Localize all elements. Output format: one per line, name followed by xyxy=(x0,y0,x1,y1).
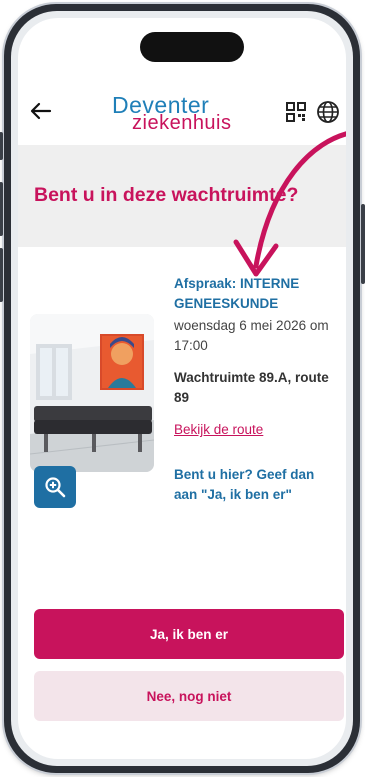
arrow-left-icon xyxy=(30,102,52,120)
mute-switch xyxy=(0,132,3,160)
qr-code-button[interactable] xyxy=(286,102,306,122)
appointment-label: Afspraak: INTERNE GENEESKUNDE xyxy=(174,276,300,311)
not-yet-button[interactable]: Nee, nog niet xyxy=(34,671,344,721)
confirm-question: Bent u hier? Geef dan aan "Ja, ik ben er… xyxy=(174,467,315,502)
app-screen: Deventer ziekenhuis Bent u in deze wacht… xyxy=(18,18,346,759)
zoom-photo-button[interactable] xyxy=(34,466,76,508)
power-button xyxy=(361,204,365,284)
waiting-room-photo xyxy=(30,314,154,472)
confirm-present-button[interactable]: Ja, ik ben er xyxy=(34,609,344,659)
volume-down-button xyxy=(0,248,3,302)
volume-up-button xyxy=(0,182,3,236)
view-route-link[interactable]: Bekijk de route xyxy=(174,422,263,437)
qr-code-icon xyxy=(286,102,306,122)
language-button[interactable] xyxy=(316,100,340,124)
appointment-info: Afspraak: INTERNE GENEESKUNDE woensdag 6… xyxy=(174,274,339,505)
waiting-room-location: Wachtruimte 89.A, route 89 xyxy=(174,370,329,405)
appointment-date: woensdag 6 mei 2026 om 17:00 xyxy=(174,318,329,353)
dynamic-island xyxy=(140,32,244,62)
globe-icon xyxy=(317,101,339,123)
back-button[interactable] xyxy=(28,98,54,124)
zoom-in-icon xyxy=(45,477,66,498)
phone-frame: Deventer ziekenhuis Bent u in deze wacht… xyxy=(0,4,365,773)
curved-arrow-icon xyxy=(233,131,346,277)
